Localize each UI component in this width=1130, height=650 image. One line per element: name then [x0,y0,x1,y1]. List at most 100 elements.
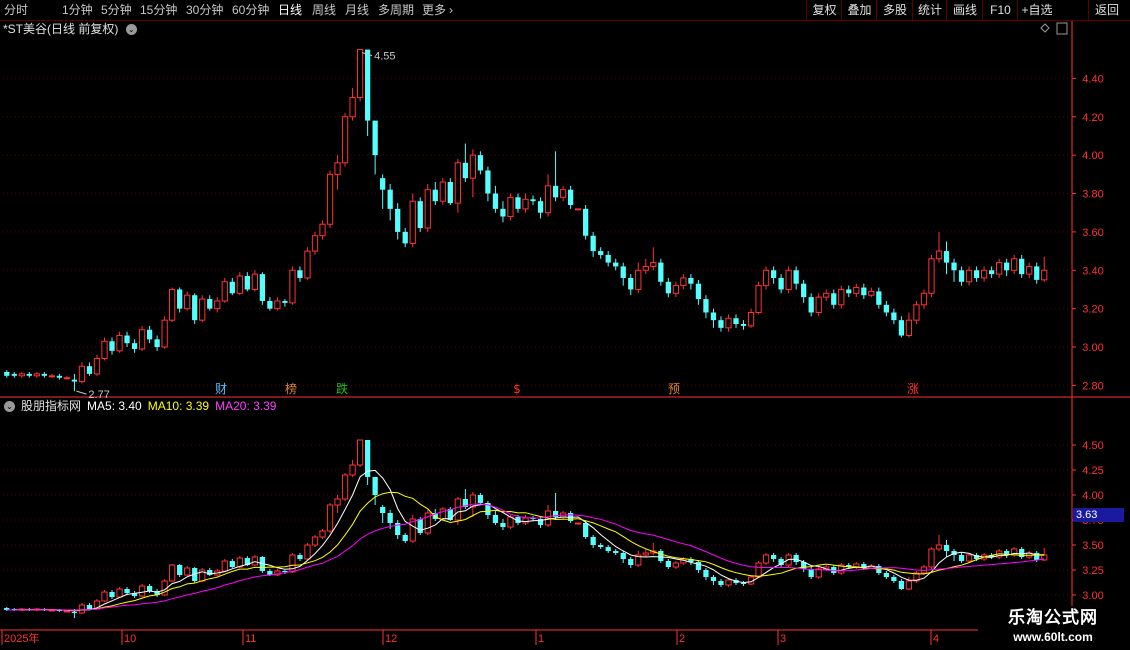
main-candle-122 [920,292,928,306]
main-candle-88 [665,281,671,294]
main-candle-60 [454,162,461,204]
main-candle-63 [477,155,484,171]
main-candle-81 [613,262,619,267]
ma10-value: MA10: 3.39 [147,399,210,413]
ind-candle-128 [965,554,973,562]
ind-candle-15 [116,588,123,598]
main-candle-49 [372,120,378,156]
main-candle-41 [311,235,319,252]
main-candle-0 [4,371,10,376]
main-candle-91 [688,277,694,284]
main-candle-15 [116,335,123,352]
main-candle-45 [341,116,349,164]
ind-candle-95 [718,581,724,585]
low-pointer [76,390,87,395]
ind-candle-10 [78,604,86,614]
main-candle-126 [951,262,957,271]
main-candle-109 [823,292,830,298]
main-candle-65 [492,193,499,209]
ind-candle-105 [793,555,799,562]
main-candle-106 [801,283,807,298]
main-candle-127 [958,270,965,282]
main-candle-46 [349,97,356,118]
ind-candle-69 [522,517,529,524]
indicator-legend: ⌄ 股朋指标网 MA5: 3.40 MA10: 3.39 MA20: 3.39 [0,398,282,414]
main-candle-107 [808,297,814,313]
main-tick-label-1: 4.20 [1082,112,1103,124]
ind-candle-101 [762,554,770,564]
main-candle-83 [628,277,634,290]
ind-candle-8 [63,610,71,613]
ind-candle-107 [808,569,814,577]
watermark-line2: www.60lt.com [1013,630,1093,644]
main-candle-89 [672,285,679,294]
ind-candle-53 [402,535,408,541]
main-candle-70 [530,199,536,202]
main-candle-138 [1041,269,1048,281]
event-marker-4: 预 [668,382,680,396]
main-candle-115 [868,290,875,296]
main-candle-66 [500,208,506,217]
main-candle-25 [192,295,198,321]
main-candle-132 [996,262,1003,275]
main-candle-125 [943,251,950,263]
ind-candle-117 [883,573,889,577]
main-candle-20 [154,339,160,348]
main-candle-51 [387,189,393,209]
ind-candle-41 [311,536,319,546]
ma20-value: MA20: 3.39 [215,399,277,413]
main-candle-74 [559,189,567,198]
main-candle-108 [815,296,822,313]
main-candle-1 [11,373,17,376]
ind-candle-58 [439,508,446,520]
main-candle-18 [138,329,146,350]
ind-candle-89 [672,562,679,568]
ind-candle-45 [341,474,349,500]
main-candle-3 [26,373,32,376]
main-candle-87 [658,262,664,282]
ind-candle-19 [146,586,153,591]
ind-candle-29 [221,560,228,572]
ind-candle-37 [282,571,288,572]
main-tick-label-7: 3.00 [1082,342,1103,354]
main-candle-128 [965,269,973,283]
main-candle-11 [86,366,93,374]
ind-candle-49 [372,477,378,495]
main-candle-12 [93,358,101,375]
main-candle-114 [861,287,867,296]
ind-candle-51 [387,513,393,523]
main-candle-54 [409,200,416,244]
main-candle-5 [41,373,47,376]
ind-candle-62 [469,494,477,508]
ind-candle-33 [251,556,258,566]
main-candle-111 [838,288,845,306]
main-tick-label-5: 3.40 [1082,265,1103,277]
main-candle-50 [380,178,386,190]
indicator-toggle-icon[interactable]: ⌄ [4,401,15,413]
event-marker-0: 财 [215,382,227,396]
main-candle-61 [462,162,468,179]
main-candle-48 [364,49,371,121]
ind-tick-label-0: 4.50 [1082,440,1103,452]
main-candle-47 [356,49,364,99]
indicator-name: 股朋指标网 [21,399,82,413]
main-candle-39 [297,270,303,278]
ind-candle-93 [703,570,709,577]
main-candle-110 [831,293,837,305]
x-label-1: 10 [124,633,136,645]
main-candle-4 [33,373,40,377]
main-candle-123 [928,258,935,294]
ind-candle-22 [169,564,176,582]
ind-candle-92 [695,562,702,570]
main-candle-35 [267,300,273,309]
main-candle-38 [289,269,296,304]
main-candle-73 [552,185,559,198]
ind-candle-119 [898,581,905,589]
main-candle-119 [898,320,905,336]
ind-candle-124 [935,544,943,550]
main-candle-40 [304,250,311,279]
x-label-5: 2 [679,633,685,645]
main-candle-56 [424,189,431,229]
ind-candle-77 [583,523,589,537]
main-tick-label-2: 4.00 [1082,150,1103,162]
